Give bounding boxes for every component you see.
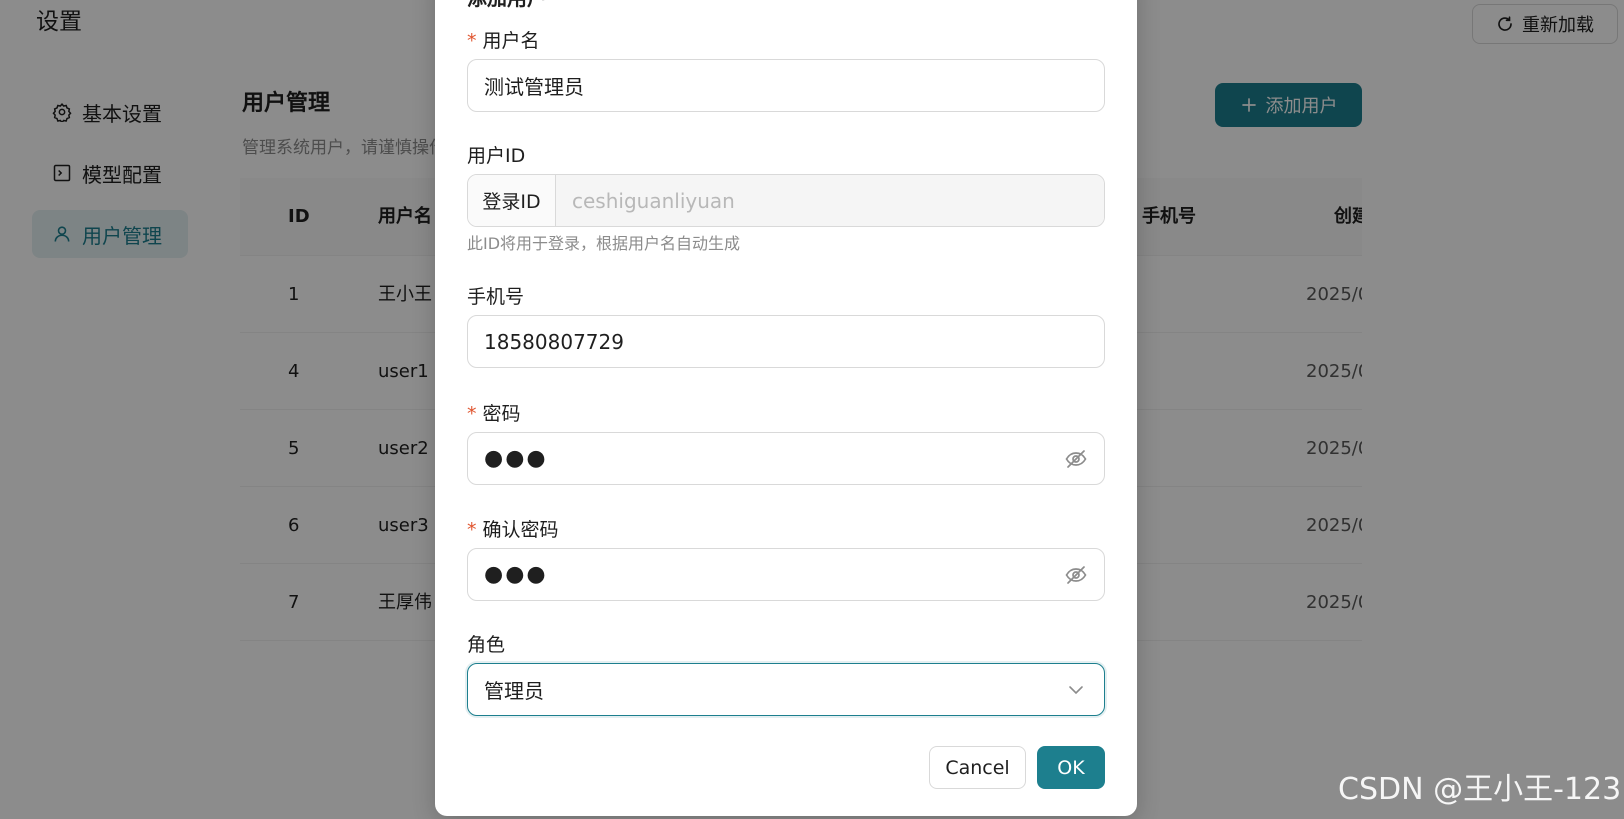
phone-label: 手机号: [467, 286, 525, 308]
ok-button[interactable]: OK: [1037, 746, 1105, 789]
required-mark: *: [467, 519, 477, 541]
user-id-field: 登录ID ceshiguanliyuan: [467, 174, 1105, 227]
username-label: * 用户名: [467, 30, 540, 52]
add-user-modal: 添加用户 *用户名 测试管理员 用户ID 登录ID ceshiguanliyua…: [435, 0, 1137, 816]
user-id-input[interactable]: ceshiguanliyuan: [556, 175, 1104, 226]
confirm-password-input[interactable]: ●●●: [467, 548, 1105, 601]
user-id-help: 此ID将用于登录，根据用户名自动生成: [467, 234, 741, 253]
username-input[interactable]: 测试管理员: [467, 59, 1105, 112]
modal-title: 添加用户: [467, 0, 547, 12]
role-select[interactable]: 管理员: [467, 663, 1105, 716]
confirm-password-value: ●●●: [484, 562, 548, 587]
eye-invisible-icon[interactable]: [1064, 563, 1088, 587]
password-value: ●●●: [484, 446, 548, 471]
required-mark: *: [467, 403, 477, 425]
password-label: * 密码: [467, 403, 521, 425]
phone-value: 18580807729: [484, 329, 624, 354]
eye-invisible-icon[interactable]: [1064, 447, 1088, 471]
watermark: CSDN @王小王-123: [1338, 772, 1622, 807]
phone-input[interactable]: 18580807729: [467, 315, 1105, 368]
user-id-label: 用户ID: [467, 145, 526, 167]
required-mark: *: [467, 30, 477, 52]
password-input[interactable]: ●●●: [467, 432, 1105, 485]
role-value: 管理员: [484, 679, 544, 703]
cancel-button[interactable]: Cancel: [929, 746, 1026, 789]
user-id-addon: 登录ID: [468, 175, 556, 226]
username-value: 测试管理员: [484, 75, 584, 99]
role-label: 角色: [467, 634, 506, 656]
confirm-password-label: * 确认密码: [467, 519, 559, 541]
chevron-down-icon: [1069, 685, 1083, 694]
